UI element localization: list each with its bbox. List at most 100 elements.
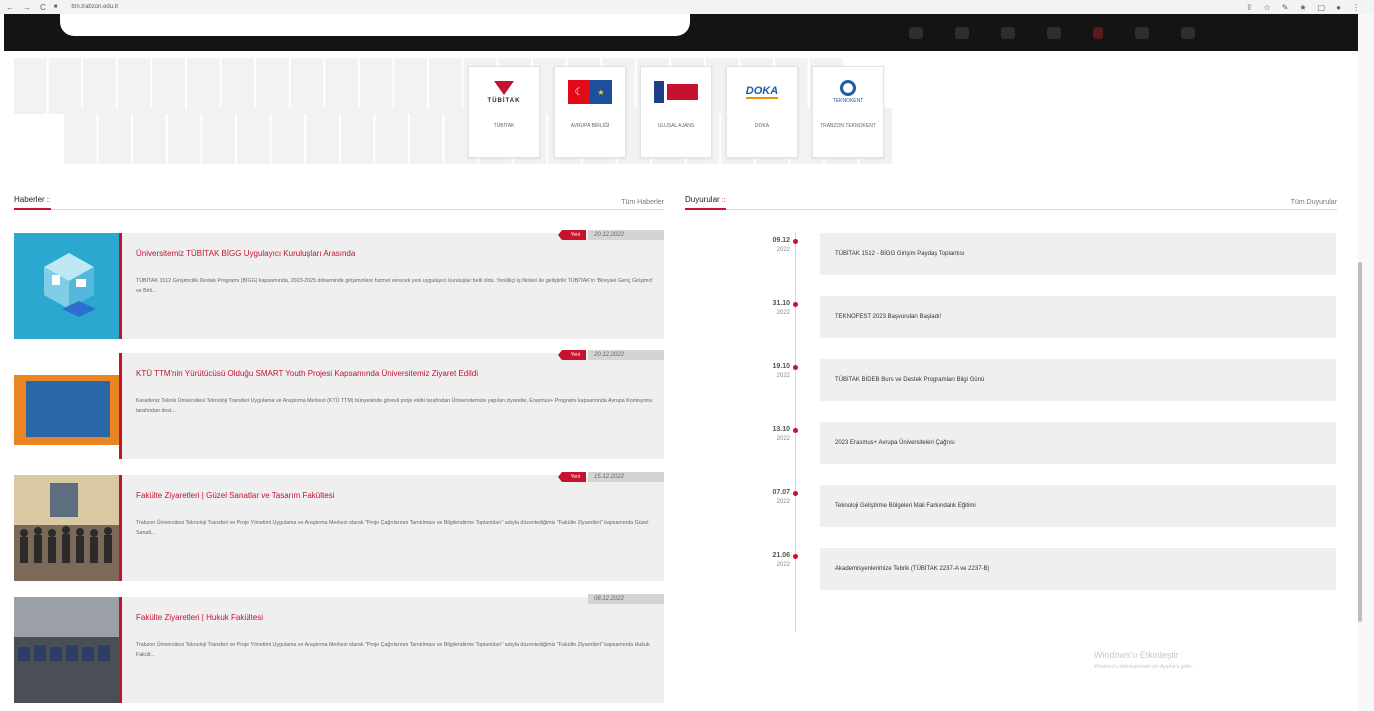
partner-label: DOKA	[754, 123, 770, 129]
reload-icon[interactable]: C	[40, 3, 46, 12]
eu-logo: ☾ ★	[568, 75, 612, 109]
announcement-title-link[interactable]: 2023 Erasmus+ Avrupa Üniversiteleri Çağr…	[820, 422, 1336, 464]
browser-actions: ⇪ ☆ ✎ ★ ▢ ● ⋮	[1246, 3, 1360, 12]
header-nav	[909, 22, 1349, 44]
news-meta: Yeni 20.12.2022	[558, 229, 664, 241]
announcement-row[interactable]: 19.10 2022 TÜBİTAK BİDEB Burs ve Destek …	[752, 359, 1338, 401]
partner-label: TRABZON TEKNOKENT	[820, 123, 876, 129]
nav-item[interactable]	[1093, 27, 1103, 39]
news-title-link[interactable]: KTÜ TTM'nin Yürütücüsü Olduğu SMART Yout…	[136, 369, 656, 378]
share-icon[interactable]: ⇪	[1246, 3, 1253, 12]
news-card[interactable]: Yeni 15.12.2022 Fakülte Ziyaretleri | Gü…	[14, 472, 664, 581]
news-thumbnail[interactable]	[14, 353, 122, 459]
news-thumbnail[interactable]	[14, 475, 122, 581]
news-meta: Yeni 15.12.2022	[558, 471, 664, 483]
news-date: 20.12.2022	[588, 230, 664, 240]
announcement-date: 19.10 2022	[772, 363, 790, 379]
news-thumbnail[interactable]	[14, 597, 122, 703]
nav-item[interactable]	[1181, 27, 1195, 39]
new-badge: Yeni	[558, 230, 586, 240]
partner-label: TÜBİTAK	[493, 123, 515, 129]
partner-teknokent[interactable]: TEKNOKENT TRABZON TEKNOKENT	[812, 66, 884, 158]
teknokent-logo: TEKNOKENT	[833, 75, 863, 109]
news-excerpt: TÜBİTAK 1512 Girişimcilik Destek Program…	[136, 278, 654, 294]
extensions-icon[interactable]: ★	[1299, 3, 1306, 12]
nav-item[interactable]	[1001, 27, 1015, 39]
nav-item[interactable]	[1135, 27, 1149, 39]
news-card[interactable]: Yeni 20.12.2022 Üniversitemiz TÜBİTAK Bİ…	[14, 230, 664, 339]
announcement-date: 13.10 2022	[772, 426, 790, 442]
announcement-row[interactable]: 13.10 2022 2023 Erasmus+ Avrupa Üniversi…	[752, 422, 1338, 464]
announcement-row[interactable]: 21.06 2022 Akademisyenlerimize Tebrik (T…	[752, 548, 1338, 590]
sidepanel-icon[interactable]: ▢	[1318, 3, 1326, 12]
partner-eu[interactable]: ☾ ★ AVRUPA BİRLİĞİ	[554, 66, 626, 158]
profile-icon[interactable]: ●	[1336, 3, 1341, 12]
all-announcements-link[interactable]: Tüm Duyurular	[1291, 199, 1337, 206]
news-thumbnail[interactable]	[14, 233, 122, 339]
new-badge: Yeni	[558, 472, 586, 482]
nav-item[interactable]	[955, 27, 969, 39]
announcements-title: Duyurular::	[685, 195, 726, 210]
browser-toolbar: ← → C ■ ttm.trabzon.edu.tr ⇪ ☆ ✎ ★ ▢ ● ⋮	[0, 0, 1374, 14]
news-excerpt: Trabzon Üniversitesi Teknoloji Transferi…	[136, 520, 649, 536]
announcement-title-link[interactable]: TEKNOFEST 2023 Başvuruları Başladı!	[820, 296, 1336, 338]
news-title-link[interactable]: Üniversitemiz TÜBİTAK BİGG Uygulayıcı Ku…	[136, 249, 656, 258]
news-excerpt: Karadeniz Teknik Üniversitesi Teknoloji …	[136, 398, 653, 414]
partner-doka[interactable]: DOKA DOKA	[726, 66, 798, 158]
isometric-illustration-icon	[44, 253, 96, 317]
group-photo-icon	[14, 475, 122, 581]
timeline-dot-icon	[793, 239, 798, 244]
timeline-dot-icon	[793, 491, 798, 496]
lecture-photo-icon	[14, 597, 122, 703]
announcement-title-link[interactable]: Teknoloji Geliştirme Bölgeleri Mali Fark…	[820, 485, 1336, 527]
announcement-date: 31.10 2022	[772, 300, 790, 316]
partner-ua[interactable]: ULUSAL AJANS	[640, 66, 712, 158]
tubitak-logo: TÜBİTAK	[488, 75, 521, 109]
menu-icon[interactable]: ⋮	[1352, 3, 1360, 12]
announcement-date: 09.12 2022	[772, 237, 790, 253]
news-title-link[interactable]: Fakülte Ziyaretleri | Güzel Sanatlar ve …	[136, 491, 656, 500]
new-badge: Yeni	[558, 350, 586, 360]
forward-icon[interactable]: →	[23, 3, 31, 12]
scrollbar-thumb[interactable]	[1358, 262, 1362, 622]
header-search-panel[interactable]	[60, 14, 690, 36]
doka-logo: DOKA	[745, 85, 779, 99]
nav-item[interactable]	[1047, 27, 1061, 39]
announcement-title-link[interactable]: TÜBİTAK BİDEB Burs ve Destek Programları…	[820, 359, 1336, 401]
announcement-title-link[interactable]: Akademisyenlerimize Tebrik (TÜBİTAK 2237…	[820, 548, 1336, 590]
announcement-date: 07.07 2022	[772, 489, 790, 505]
nav-item[interactable]	[909, 27, 923, 39]
news-excerpt: Trabzon Üniversitesi Teknoloji Transferi…	[136, 642, 650, 658]
news-date: 20.12.2022	[588, 350, 664, 360]
news-card[interactable]: Yeni 20.12.2022 KTÜ TTM'nin Yürütücüsü O…	[14, 350, 664, 459]
back-icon[interactable]: ←	[6, 3, 14, 12]
news-header: Haberler:: Tüm Haberler	[14, 194, 664, 210]
partner-label: AVRUPA BİRLİĞİ	[570, 123, 610, 129]
all-news-link[interactable]: Tüm Haberler	[621, 199, 664, 206]
partner-label: ULUSAL AJANS	[657, 123, 695, 129]
announcement-row[interactable]: 09.12 2022 TÜBİTAK 1512 - BİGG Girişim P…	[752, 233, 1338, 275]
partner-tubitak[interactable]: TÜBİTAK TÜBİTAK	[468, 66, 540, 158]
announcement-row[interactable]: 31.10 2022 TEKNOFEST 2023 Başvuruları Ba…	[752, 296, 1338, 338]
bookmark-icon[interactable]: ☆	[1264, 3, 1271, 12]
address-bar[interactable]: ttm.trabzon.edu.tr	[71, 4, 118, 10]
timeline-dot-icon	[793, 554, 798, 559]
site-header	[4, 14, 1358, 51]
browser-nav: ← → C	[6, 3, 46, 12]
timeline-dot-icon	[793, 302, 798, 307]
news-date: 15.12.2022	[588, 472, 664, 482]
news-title-link[interactable]: Fakülte Ziyaretleri | Hukuk Fakültesi	[136, 613, 656, 622]
news-meta: 08.12.2022	[588, 593, 664, 605]
news-date: 08.12.2022	[588, 594, 664, 604]
news-title: Haberler::	[14, 195, 51, 210]
announcement-title-link[interactable]: TÜBİTAK 1512 - BİGG Girişim Paydaş Topla…	[820, 233, 1336, 275]
timeline-dot-icon	[793, 365, 798, 370]
news-meta: Yeni 20.12.2022	[558, 349, 664, 361]
timeline-dot-icon	[793, 428, 798, 433]
pen-icon[interactable]: ✎	[1282, 3, 1289, 12]
news-card[interactable]: 08.12.2022 Fakülte Ziyaretleri | Hukuk F…	[14, 594, 664, 703]
windows-activation-watermark: Windows'u Etkinleştir Windows'u etkinleş…	[1094, 650, 1193, 670]
lock-icon[interactable]: ■	[54, 4, 58, 10]
announcement-row[interactable]: 07.07 2022 Teknoloji Geliştirme Bölgeler…	[752, 485, 1338, 527]
announcements-header: Duyurular:: Tüm Duyurular	[685, 194, 1337, 210]
